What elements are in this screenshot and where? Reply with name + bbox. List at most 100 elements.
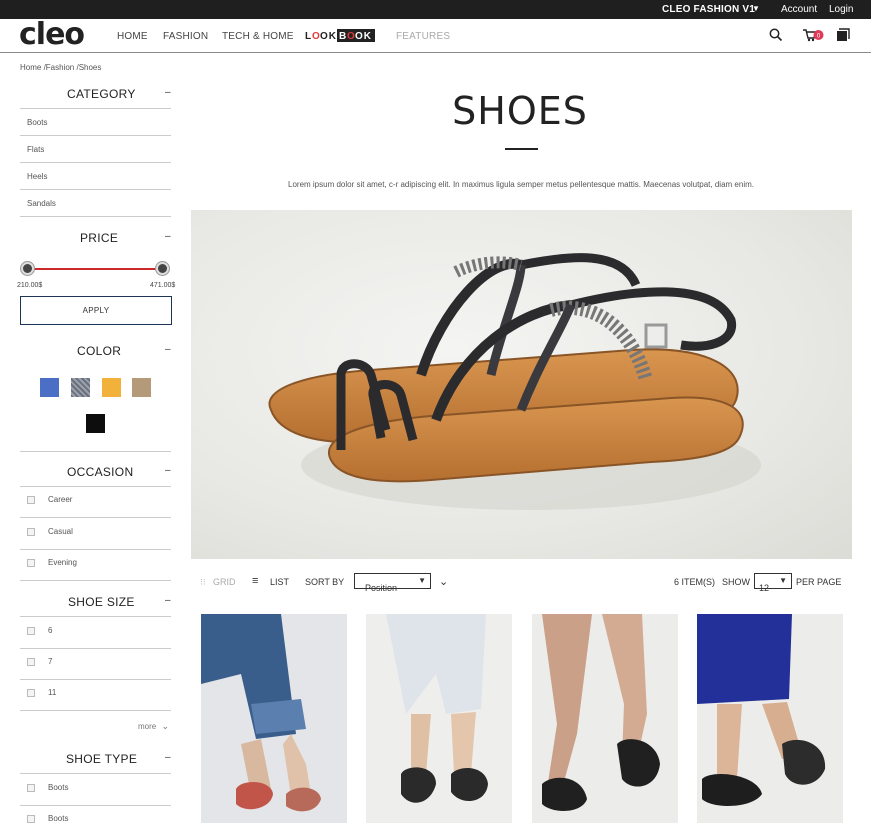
nav-home[interactable]: HOME <box>117 31 148 42</box>
shoe-type-title[interactable]: SHOE TYPE <box>66 752 137 766</box>
checkbox[interactable] <box>27 658 35 666</box>
per-page-value: 12 <box>759 583 770 593</box>
login-link[interactable]: Login <box>829 4 853 15</box>
shoe-size-title[interactable]: SHOE SIZE <box>68 595 135 609</box>
option-label: Evening <box>48 558 77 567</box>
caret-down-icon[interactable]: ▼ <box>752 4 760 13</box>
occasion-option-evening[interactable]: Evening <box>20 550 171 581</box>
checkbox[interactable] <box>27 784 35 792</box>
shoe-type-option-boots-2[interactable]: Boots <box>20 806 171 823</box>
color-swatch-blue[interactable] <box>40 378 59 397</box>
category-item-heels[interactable]: Heels <box>20 164 171 190</box>
nav-features[interactable]: FEATURES <box>396 31 450 42</box>
price-collapse-icon[interactable]: – <box>165 231 171 242</box>
occasion-option-casual[interactable]: Casual <box>20 519 171 550</box>
color-collapse-icon[interactable]: – <box>165 344 171 355</box>
logo[interactable]: cleo <box>19 20 85 50</box>
category-item-flats[interactable]: Flats <box>20 137 171 163</box>
price-slider-max-handle[interactable] <box>156 262 169 275</box>
wishlist-icon[interactable] <box>836 28 850 42</box>
search-icon[interactable] <box>769 28 783 42</box>
listing-toolbar: ⁝⁝ GRID ≡ LIST SORT BY Position ▼ ⌄ 6 IT… <box>191 570 852 594</box>
checkbox[interactable] <box>27 815 35 823</box>
option-label: Casual <box>48 527 73 536</box>
color-swatch-grey[interactable] <box>71 378 90 397</box>
checkbox[interactable] <box>27 627 35 635</box>
product-image <box>201 614 347 823</box>
occasion-option-career[interactable]: Career <box>20 487 171 518</box>
option-label: Career <box>48 495 73 504</box>
sort-by-label: SORT BY <box>305 577 345 587</box>
sort-value: Position <box>365 583 398 593</box>
option-label: Boots <box>48 814 69 823</box>
title-divider <box>505 148 538 150</box>
price-max-label: 471.00$ <box>150 282 176 289</box>
category-title[interactable]: CATEGORY <box>67 87 136 101</box>
nav-fashion[interactable]: FASHION <box>163 31 208 42</box>
product-card[interactable] <box>697 614 843 823</box>
option-label: 11 <box>48 688 57 697</box>
option-label: 7 <box>48 657 53 666</box>
price-slider-track[interactable] <box>27 268 163 270</box>
product-card[interactable] <box>532 614 678 823</box>
apply-price-button[interactable]: APPLY <box>20 296 172 325</box>
account-link[interactable]: Account <box>781 4 817 15</box>
price-title[interactable]: PRICE <box>80 231 118 245</box>
breadcrumb[interactable]: Home /Fashion /Shoes <box>20 63 101 72</box>
sort-by-select[interactable]: Position ▼ <box>354 573 431 593</box>
dropdown-arrow-icon: ▼ <box>779 576 787 585</box>
category-item-sandals[interactable]: Sandals <box>20 191 171 217</box>
shoe-size-option-11[interactable]: 11 <box>20 680 171 711</box>
category-collapse-icon[interactable]: – <box>165 87 171 98</box>
nav-lookbook[interactable]: L O OK B O OK <box>305 28 376 43</box>
product-image <box>366 614 512 823</box>
shoe-size-option-6[interactable]: 6 <box>20 618 171 649</box>
per-page-select[interactable]: 12 ▼ <box>754 573 792 593</box>
checkbox[interactable] <box>27 496 35 504</box>
shoe-size-more-link[interactable]: more ⌄ <box>138 721 169 732</box>
color-swatch-tan[interactable] <box>132 378 151 397</box>
sort-direction-icon[interactable]: ⌄ <box>439 575 448 588</box>
more-label: more <box>138 722 157 731</box>
shoe-size-option-7[interactable]: 7 <box>20 649 171 680</box>
page-title: SHOES <box>452 89 588 133</box>
option-label: Boots <box>48 783 69 792</box>
checkbox[interactable] <box>27 559 35 567</box>
product-image <box>532 614 678 823</box>
cart-icon[interactable]: 0 <box>803 28 825 42</box>
chevron-down-icon: ⌄ <box>161 721 170 731</box>
list-view-icon[interactable]: ≡ <box>252 575 258 587</box>
sandal-illustration <box>268 253 761 510</box>
shoe-type-option-boots[interactable]: Boots <box>20 775 171 806</box>
occasion-title[interactable]: OCCASION <box>67 465 133 479</box>
price-slider-min-handle[interactable] <box>21 262 34 275</box>
per-page-label: PER PAGE <box>796 577 842 587</box>
lookbook-logo: L O OK B O OK <box>305 29 375 42</box>
svg-text:B: B <box>339 31 347 42</box>
color-swatch-black[interactable] <box>86 414 105 433</box>
product-card[interactable] <box>201 614 347 823</box>
product-image <box>697 614 843 823</box>
price-min-label: 210.00$ <box>17 282 43 289</box>
color-title[interactable]: COLOR <box>77 344 121 358</box>
shoe-type-collapse-icon[interactable]: – <box>165 752 171 763</box>
main-header: cleo HOME FASHION TECH & HOME L O OK B O… <box>0 19 871 53</box>
option-label: 6 <box>48 626 53 635</box>
color-swatch-yellow[interactable] <box>102 378 121 397</box>
category-description: Lorem ipsum dolor sit amet, c-r adipisci… <box>288 180 754 189</box>
grid-view-icon[interactable]: ⁝⁝ <box>200 577 206 588</box>
svg-text:OK: OK <box>355 31 372 42</box>
list-view-toggle[interactable]: LIST <box>270 577 289 587</box>
shoe-size-collapse-icon[interactable]: – <box>165 595 171 606</box>
top-bar: CLEO FASHION V1 ▼ Account Login <box>0 0 871 19</box>
store-switcher[interactable]: CLEO FASHION V1 <box>662 4 755 15</box>
dropdown-arrow-icon: ▼ <box>418 576 426 585</box>
category-item-boots[interactable]: Boots <box>20 110 171 136</box>
show-label: SHOW <box>722 577 750 587</box>
nav-tech-home[interactable]: TECH & HOME <box>222 31 294 42</box>
checkbox[interactable] <box>27 528 35 536</box>
occasion-collapse-icon[interactable]: – <box>165 465 171 476</box>
checkbox[interactable] <box>27 689 35 697</box>
product-card[interactable] <box>366 614 512 823</box>
grid-view-toggle[interactable]: GRID <box>213 577 236 587</box>
